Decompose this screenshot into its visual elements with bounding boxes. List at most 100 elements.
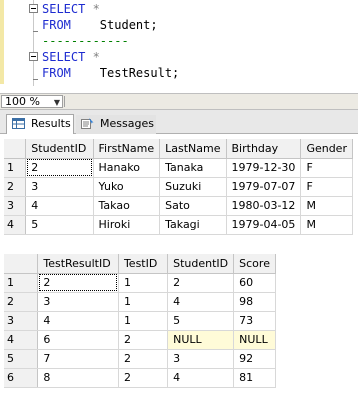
results-tabstrip: Results Messages xyxy=(0,110,358,134)
table-cell[interactable]: 6 xyxy=(37,330,119,350)
code-comment: ------------ xyxy=(42,34,129,48)
table-row[interactable]: 4 6 2 NULL NULL xyxy=(4,330,276,350)
table-cell[interactable]: 1 xyxy=(118,273,169,293)
table-row[interactable]: 6 8 2 4 81 xyxy=(4,368,276,388)
column-header[interactable]: StudentID xyxy=(25,139,94,159)
table-cell[interactable]: 60 xyxy=(233,273,276,293)
column-header[interactable]: Birthday xyxy=(226,139,302,159)
table-row[interactable]: 1 2 1 2 60 xyxy=(4,273,276,293)
results-pane: StudentID FirstName LastName Birthday Ge… xyxy=(0,134,358,394)
table-cell[interactable]: 81 xyxy=(233,368,276,388)
table-cell[interactable]: F xyxy=(300,158,353,178)
table-cell[interactable]: 4 xyxy=(37,311,119,331)
table-cell[interactable]: Tanaka xyxy=(159,158,227,178)
tab-label: Results xyxy=(31,117,71,130)
row-number[interactable]: 2 xyxy=(4,292,39,312)
null-cell[interactable]: NULL xyxy=(233,330,276,350)
table-cell[interactable]: 4 xyxy=(25,196,94,216)
row-number[interactable]: 4 xyxy=(4,215,27,235)
table-cell[interactable]: 4 xyxy=(167,368,235,388)
tab-messages[interactable]: Messages xyxy=(76,115,156,134)
table-cell[interactable]: Takao xyxy=(93,196,161,216)
table-cell[interactable]: F xyxy=(300,177,353,197)
table-cell[interactable]: 1 xyxy=(118,292,169,312)
table-cell[interactable]: 73 xyxy=(233,311,276,331)
code-line: FROM Student; xyxy=(42,18,158,32)
table-cell[interactable]: 8 xyxy=(37,368,119,388)
table-row[interactable]: 2 3 1 4 98 xyxy=(4,292,276,312)
column-header[interactable]: Score xyxy=(233,254,276,274)
column-header[interactable]: TestID xyxy=(118,254,169,274)
grid-header-row: TestResultID TestID StudentID Score xyxy=(4,254,276,274)
table-cell[interactable]: Sato xyxy=(159,196,227,216)
zoom-bar: 100 % ▼ xyxy=(0,93,358,110)
outline-end-mark xyxy=(33,31,38,32)
row-number[interactable]: 1 xyxy=(4,273,39,293)
column-header[interactable]: Gender xyxy=(300,139,353,159)
row-number[interactable]: 3 xyxy=(4,196,27,216)
table-row[interactable]: 1 2 Hanako Tanaka 1979-12-30 F xyxy=(4,158,353,178)
table-cell[interactable]: Hanako xyxy=(93,158,161,178)
table-cell[interactable]: 2 xyxy=(37,273,119,293)
column-header[interactable]: LastName xyxy=(159,139,227,159)
table-cell[interactable]: Takagi xyxy=(159,215,227,235)
table-cell[interactable]: 7 xyxy=(37,349,119,369)
row-number[interactable]: 3 xyxy=(4,311,39,331)
table-row[interactable]: 2 3 Yuko Suzuki 1979-07-07 F xyxy=(4,177,353,197)
zoom-separator xyxy=(64,96,65,107)
collapse-icon[interactable] xyxy=(29,52,38,61)
table-row[interactable]: 3 4 1 5 73 xyxy=(4,311,276,331)
table-row[interactable]: 3 4 Takao Sato 1980-03-12 M xyxy=(4,196,353,216)
row-number[interactable]: 2 xyxy=(4,177,27,197)
column-header[interactable]: TestResultID xyxy=(37,254,119,274)
table-cell[interactable]: 1980-03-12 xyxy=(226,196,302,216)
table-row[interactable]: 5 7 2 3 92 xyxy=(4,349,276,369)
null-cell[interactable]: NULL xyxy=(167,330,235,350)
tab-results[interactable]: Results xyxy=(6,114,74,134)
row-number[interactable]: 5 xyxy=(4,349,39,369)
code-line: SELECT * xyxy=(42,2,100,16)
grid-icon xyxy=(12,118,25,129)
code-line: SELECT * xyxy=(42,50,100,64)
table-cell[interactable]: 2 xyxy=(118,330,169,350)
table-row[interactable]: 4 5 Hiroki Takagi 1979-04-05 M xyxy=(4,215,353,235)
zoom-select[interactable]: 100 % ▼ xyxy=(1,95,63,108)
row-number[interactable]: 4 xyxy=(4,330,39,350)
table-cell[interactable]: 2 xyxy=(118,349,169,369)
table-cell[interactable]: 1979-12-30 xyxy=(226,158,302,178)
table-cell[interactable]: 3 xyxy=(37,292,119,312)
table-cell[interactable]: 5 xyxy=(25,215,94,235)
table-cell[interactable]: 3 xyxy=(25,177,94,197)
sql-editor[interactable]: SELECT * FROM Student; ------------ SELE… xyxy=(0,0,358,93)
column-header[interactable]: StudentID xyxy=(167,254,235,274)
table-cell[interactable]: 1979-04-05 xyxy=(226,215,302,235)
outline-end-mark xyxy=(33,79,38,80)
row-number[interactable]: 6 xyxy=(4,368,39,388)
results-grid-student[interactable]: StudentID FirstName LastName Birthday Ge… xyxy=(4,139,353,235)
tab-label: Messages xyxy=(100,117,154,130)
table-cell[interactable]: 1979-07-07 xyxy=(226,177,302,197)
chevron-down-icon[interactable]: ▼ xyxy=(54,97,60,108)
row-number[interactable]: 1 xyxy=(4,158,27,178)
table-cell[interactable]: M xyxy=(300,215,353,235)
table-cell[interactable]: Suzuki xyxy=(159,177,227,197)
table-cell[interactable]: 1 xyxy=(118,311,169,331)
table-cell[interactable]: 3 xyxy=(167,349,235,369)
table-cell[interactable]: 5 xyxy=(167,311,235,331)
table-cell[interactable]: 2 xyxy=(118,368,169,388)
column-header[interactable]: FirstName xyxy=(93,139,161,159)
table-cell[interactable]: M xyxy=(300,196,353,216)
table-cell[interactable]: 2 xyxy=(25,158,94,178)
table-cell[interactable]: 4 xyxy=(167,292,235,312)
change-marker xyxy=(0,0,4,84)
collapse-icon[interactable] xyxy=(29,4,38,13)
table-cell[interactable]: Hiroki xyxy=(93,215,161,235)
zoom-value: 100 % xyxy=(5,95,40,108)
table-cell[interactable]: Yuko xyxy=(93,177,161,197)
results-grid-testresult[interactable]: TestResultID TestID StudentID Score 1 2 … xyxy=(4,254,276,388)
table-cell[interactable]: 92 xyxy=(233,349,276,369)
table-cell[interactable]: 2 xyxy=(167,273,235,293)
table-cell[interactable]: 98 xyxy=(233,292,276,312)
grid-corner[interactable] xyxy=(4,139,27,159)
grid-corner[interactable] xyxy=(4,254,39,274)
